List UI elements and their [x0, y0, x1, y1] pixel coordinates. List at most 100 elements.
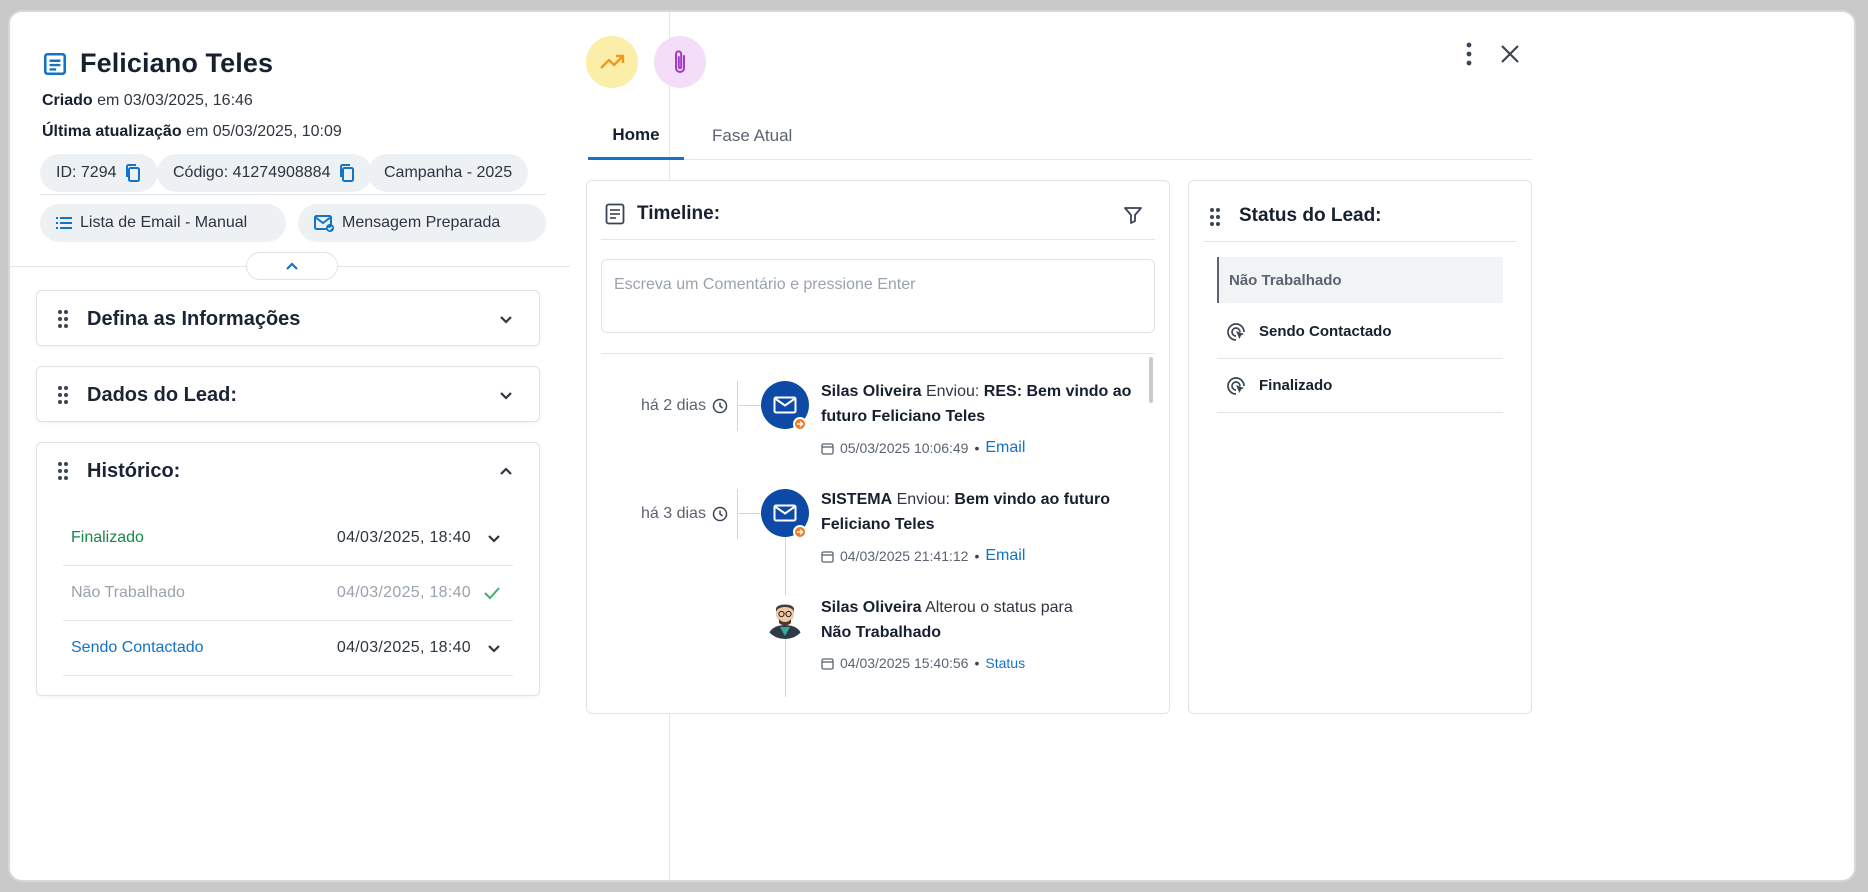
- chevron-down-icon[interactable]: [499, 315, 513, 324]
- drag-handle-icon[interactable]: [57, 461, 69, 481]
- status-option-label: Sendo Contactado: [1259, 323, 1392, 340]
- event-subject-cont: Feliciano Teles: [821, 516, 935, 533]
- title-row: Feliciano Teles: [42, 48, 273, 79]
- timeline-panel: Timeline: Escreva um Comentário e pressi…: [586, 180, 1170, 714]
- clock-icon: [712, 398, 728, 414]
- event-meta: 04/03/2025 21:41:12 • Email: [821, 547, 1025, 565]
- event-text: Silas Oliveira Enviou: RES: Bem vindo ao…: [821, 379, 1141, 429]
- event-verb: Enviou:: [925, 383, 980, 400]
- historico-row[interactable]: Sendo Contactado 04/03/2025, 18:40: [63, 621, 513, 676]
- event-actor: SISTEMA: [821, 491, 893, 508]
- event-date: 05/03/2025 10:06:49: [840, 440, 969, 456]
- tab-bar: Home Fase Atual: [588, 112, 1532, 160]
- drag-handle-icon[interactable]: [1209, 207, 1221, 227]
- timeline-connector: [737, 381, 738, 431]
- event-time-label: há 2 dias: [641, 397, 706, 414]
- status-option-label: Finalizado: [1259, 377, 1333, 394]
- dados-lead-card[interactable]: Dados do Lead:: [36, 366, 540, 422]
- chevron-down-icon[interactable]: [487, 534, 501, 543]
- timeline-tick: [737, 513, 761, 514]
- historico-row[interactable]: Não Trabalhado 04/03/2025, 18:40: [63, 566, 513, 621]
- event-meta: 04/03/2025 15:40:56 • Status: [821, 655, 1025, 671]
- chevron-down-icon[interactable]: [487, 644, 501, 653]
- attach-button[interactable]: [654, 36, 706, 88]
- user-avatar: [763, 595, 807, 639]
- chevron-up-icon[interactable]: [499, 466, 513, 476]
- historico-date: 04/03/2025, 18:40: [336, 529, 471, 546]
- dados-title: Dados do Lead:: [87, 383, 238, 406]
- lista-label: Lista de Email - Manual: [80, 214, 248, 231]
- defina-title: Defina as Informações: [87, 307, 301, 330]
- defina-informacoes-card[interactable]: Defina as Informações: [36, 290, 540, 346]
- event-subject: Bem vindo ao futuro: [954, 491, 1110, 508]
- right-panel: Home Fase Atual Timeline: Escreva um Com…: [562, 12, 1854, 880]
- comment-input[interactable]: Escreva um Comentário e pressione Enter: [601, 259, 1155, 333]
- mensagem-chip[interactable]: Mensagem Preparada: [298, 204, 546, 242]
- calendar-icon: [821, 550, 834, 563]
- clock-icon: [712, 506, 728, 522]
- trend-button[interactable]: [586, 36, 638, 88]
- drag-handle-icon[interactable]: [57, 309, 69, 329]
- outgoing-badge-icon: [793, 417, 807, 431]
- event-type-link[interactable]: Email: [985, 547, 1025, 565]
- event-text: Silas Oliveira Alterou o status para Não…: [821, 595, 1141, 645]
- tab-home[interactable]: Home: [588, 112, 684, 160]
- historico-status: Finalizado: [71, 529, 144, 546]
- historico-date: 04/03/2025, 18:40: [336, 639, 471, 656]
- lista-chip[interactable]: Lista de Email - Manual: [40, 204, 286, 242]
- filter-icon[interactable]: [1123, 205, 1143, 225]
- event-verb: Enviou:: [896, 491, 950, 508]
- timeline-tick: [737, 405, 761, 406]
- page-title: Feliciano Teles: [80, 48, 274, 78]
- historico-date: 04/03/2025, 18:40: [336, 584, 471, 601]
- historico-card: Histórico: Finalizado 04/03/2025, 18:40 …: [36, 442, 540, 696]
- mail-check-icon: [314, 214, 334, 232]
- event-text: SISTEMA Enviou: Bem vindo ao futuro Feli…: [821, 487, 1141, 537]
- drag-handle-icon[interactable]: [57, 385, 69, 405]
- historico-status: Sendo Contactado: [71, 639, 204, 656]
- collapse-header-button[interactable]: [246, 252, 338, 280]
- historico-row[interactable]: Finalizado 04/03/2025, 18:40: [63, 511, 513, 566]
- mail-icon: [773, 504, 797, 522]
- check-icon: [483, 586, 501, 600]
- document-icon: [605, 203, 625, 225]
- status-option-nao-trabalhado[interactable]: Não Trabalhado: [1217, 257, 1503, 303]
- event-type-link[interactable]: Email: [985, 439, 1025, 457]
- timeline-scrollbar[interactable]: [1149, 357, 1153, 403]
- event-subject: RES: Bem vindo: [983, 383, 1109, 400]
- id-chip: ID: 7294: [40, 154, 159, 192]
- more-vertical-icon[interactable]: [1466, 42, 1472, 66]
- event-subject-cont: Não Trabalhado: [821, 624, 942, 641]
- event-verb: Alterou o status para: [925, 599, 1073, 616]
- calendar-icon: [821, 442, 834, 455]
- codigo-chip: Código: 41274908884: [157, 154, 373, 192]
- updated-info: Última atualização em 05/03/2025, 10:09: [42, 123, 342, 141]
- status-option-sendo-contactado[interactable]: Sendo Contactado: [1217, 305, 1503, 359]
- copy-icon[interactable]: [338, 163, 356, 183]
- event-time: há 2 dias: [641, 397, 728, 415]
- created-info: Criado em 03/03/2025, 16:46: [42, 92, 253, 110]
- cursor-click-icon: [1227, 322, 1247, 342]
- created-value: em 03/03/2025, 16:46: [97, 92, 253, 109]
- codigo-label: Código: 41274908884: [173, 164, 331, 181]
- chevron-down-icon[interactable]: [499, 391, 513, 400]
- close-icon[interactable]: [1500, 44, 1520, 64]
- copy-icon[interactable]: [124, 163, 142, 183]
- status-title: Status do Lead:: [1239, 205, 1382, 226]
- created-label: Criado: [42, 92, 93, 109]
- campanha-label: Campanha - 2025: [384, 164, 513, 181]
- divider: [601, 353, 1155, 354]
- timeline-connector: [737, 489, 738, 539]
- event-actor: Silas Oliveira: [821, 599, 922, 616]
- divider: [40, 194, 546, 195]
- campanha-chip: Campanha - 2025: [368, 154, 529, 192]
- tab-fase-atual[interactable]: Fase Atual: [712, 112, 792, 160]
- event-time: há 3 dias: [641, 505, 728, 523]
- calendar-icon: [821, 657, 834, 670]
- status-option-label: Não Trabalhado: [1229, 271, 1342, 289]
- status-option-finalizado[interactable]: Finalizado: [1217, 359, 1503, 413]
- paperclip-icon: [671, 48, 689, 76]
- event-actor: Silas Oliveira: [821, 383, 922, 400]
- event-type-link[interactable]: Status: [985, 655, 1025, 671]
- lead-detail-window: Feliciano Teles Criado em 03/03/2025, 16…: [8, 10, 1856, 882]
